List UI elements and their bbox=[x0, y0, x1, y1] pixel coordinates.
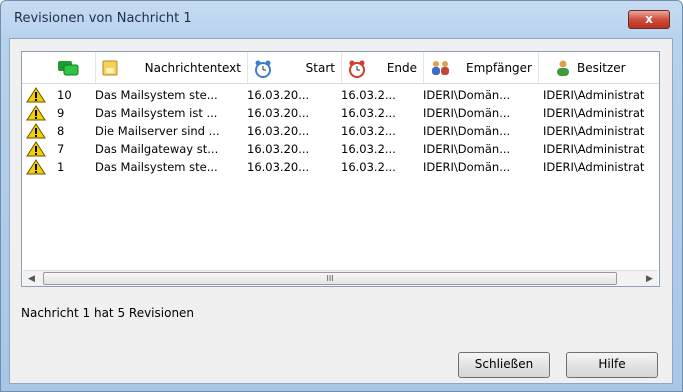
recipients: IDERI\Domän... bbox=[423, 124, 511, 138]
owner: IDERI\Administrat bbox=[543, 106, 645, 120]
revision-number: 7 bbox=[57, 142, 65, 156]
start-date: 16.03.20... bbox=[247, 106, 310, 120]
help-button[interactable]: Hilfe bbox=[566, 352, 658, 378]
message-text-icon bbox=[102, 60, 118, 76]
warning-icon bbox=[26, 159, 46, 175]
owner: IDERI\Administrat bbox=[543, 160, 645, 174]
start-date: 16.03.20... bbox=[247, 88, 310, 102]
column-header-owner[interactable]: Besitzer bbox=[539, 52, 659, 83]
column-label: Start bbox=[305, 60, 335, 75]
column-header-start[interactable]: Start bbox=[248, 52, 342, 83]
column-label: Empfänger bbox=[465, 60, 532, 75]
warning-icon bbox=[26, 105, 46, 121]
revision-number: 8 bbox=[57, 124, 65, 138]
scroll-right-button[interactable]: ▶ bbox=[641, 271, 658, 286]
start-clock-icon bbox=[255, 60, 271, 78]
recipients: IDERI\Domän... bbox=[423, 106, 511, 120]
end-date: 16.03.2... bbox=[341, 88, 396, 102]
dialog-title: Revisionen von Nachricht 1 bbox=[14, 11, 192, 26]
table-row[interactable]: 8 Die Mailserver sind ... 16.03.20... 16… bbox=[22, 122, 659, 140]
table-row[interactable]: 7 Das Mailgateway st... 16.03.20... 16.0… bbox=[22, 140, 659, 158]
message-text: Die Mailserver sind ... bbox=[95, 124, 220, 138]
owner: IDERI\Administrat bbox=[543, 142, 645, 156]
column-header-end[interactable]: Ende bbox=[342, 52, 424, 83]
warning-icon bbox=[26, 87, 46, 103]
table-row[interactable]: 1 Das Mailsystem ste... 16.03.20... 16.0… bbox=[22, 158, 659, 176]
recipients: IDERI\Domän... bbox=[423, 160, 511, 174]
recipients: IDERI\Domän... bbox=[423, 88, 511, 102]
column-header-recipients[interactable]: Empfänger bbox=[424, 52, 539, 83]
message-text: Das Mailsystem ist ... bbox=[95, 106, 218, 120]
owner: IDERI\Administrat bbox=[543, 88, 645, 102]
message-text: Das Mailsystem ste... bbox=[95, 160, 218, 174]
revisions-list[interactable]: Nachrichtentext Start Ende Empfänger Bes… bbox=[21, 51, 660, 287]
table-row[interactable]: 10 Das Mailsystem ste... 16.03.20... 16.… bbox=[22, 86, 659, 104]
revision-number: 10 bbox=[57, 88, 72, 102]
horizontal-scrollbar[interactable]: ◀ III ▶ bbox=[23, 270, 658, 286]
message-text: Das Mailgateway st... bbox=[95, 142, 219, 156]
start-date: 16.03.20... bbox=[247, 142, 310, 156]
warning-icon bbox=[26, 141, 46, 157]
column-label: Besitzer bbox=[577, 60, 626, 75]
list-header: Nachrichtentext Start Ende Empfänger Bes… bbox=[22, 52, 659, 84]
scrollbar-grip-icon: III bbox=[326, 274, 334, 283]
end-date: 16.03.2... bbox=[341, 124, 396, 138]
column-label: Nachrichtentext bbox=[144, 60, 241, 75]
revision-number: 1 bbox=[57, 160, 65, 174]
end-date: 16.03.2... bbox=[341, 160, 396, 174]
end-clock-icon bbox=[349, 60, 365, 78]
revision-count-text: Nachricht 1 hat 5 Revisionen bbox=[21, 306, 195, 320]
start-date: 16.03.20... bbox=[247, 160, 310, 174]
revision-number: 9 bbox=[57, 106, 65, 120]
end-date: 16.03.2... bbox=[341, 106, 396, 120]
scrollbar-thumb[interactable]: III bbox=[43, 272, 617, 285]
owner: IDERI\Administrat bbox=[543, 124, 645, 138]
column-header-messages[interactable] bbox=[22, 52, 96, 83]
title-bar[interactable]: Revisionen von Nachricht 1 x bbox=[1, 1, 682, 39]
table-row[interactable]: 9 Das Mailsystem ist ... 16.03.20... 16.… bbox=[22, 104, 659, 122]
close-window-button[interactable]: x bbox=[628, 10, 670, 29]
column-header-text[interactable]: Nachrichtentext bbox=[96, 52, 248, 83]
green-messages-icon bbox=[58, 61, 79, 76]
scroll-left-button[interactable]: ◀ bbox=[23, 271, 40, 286]
recipients-icon bbox=[432, 61, 449, 75]
warning-icon bbox=[26, 123, 46, 139]
owner-icon bbox=[557, 60, 569, 76]
end-date: 16.03.2... bbox=[341, 142, 396, 156]
column-label: Ende bbox=[386, 60, 417, 75]
recipients: IDERI\Domän... bbox=[423, 142, 511, 156]
message-text: Das Mailsystem ste... bbox=[95, 88, 218, 102]
start-date: 16.03.20... bbox=[247, 124, 310, 138]
close-button[interactable]: Schließen bbox=[458, 352, 550, 378]
